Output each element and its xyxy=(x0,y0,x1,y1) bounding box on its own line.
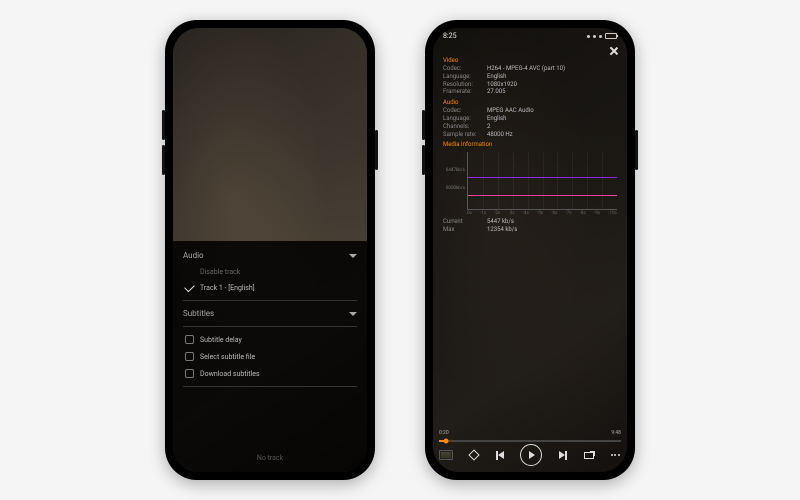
chevron-down-icon xyxy=(349,312,357,316)
volume-up-button[interactable] xyxy=(162,110,165,140)
bitrate-chart xyxy=(467,152,617,210)
language-label: Language: xyxy=(443,73,483,81)
current-bitrate-value: 5447 kb/s xyxy=(487,218,514,226)
track-1-row[interactable]: Track 1 - [English] xyxy=(183,280,357,296)
download-icon xyxy=(185,369,194,378)
player-bar: 0:20 9:48 xyxy=(439,430,621,466)
divider xyxy=(183,300,357,301)
time-duration: 9:48 xyxy=(611,430,621,436)
track-1-label: Track 1 - [English] xyxy=(200,284,255,292)
pip-icon[interactable] xyxy=(584,450,595,461)
audio-samplerate-value: 48000 Hz xyxy=(487,131,513,139)
media-info-panel: Video Codec:H264 - MPEG-4 AVC (part 10) … xyxy=(443,54,617,234)
framerate-label: Framerate: xyxy=(443,88,483,96)
volume-up-button[interactable] xyxy=(422,110,425,140)
previous-button[interactable] xyxy=(494,450,505,461)
volume-down-button[interactable] xyxy=(422,145,425,175)
status-bar: 8:25 xyxy=(433,28,627,40)
select-subtitle-label: Select subtitle file xyxy=(200,353,255,361)
x-ticks: 0s-1s -2s-3s -4s-5s -6s-7s -8s-9s -10s xyxy=(467,211,617,216)
more-icon[interactable] xyxy=(610,450,621,461)
signal-icon xyxy=(587,35,590,38)
subtitle-delay-label: Subtitle delay xyxy=(200,336,242,344)
video-heading: Video xyxy=(443,57,617,64)
screen-right: 8:25 Video Codec: H264 - MPEG-4 AVC (part… xyxy=(433,28,627,472)
video-area[interactable] xyxy=(173,28,367,241)
y-label-hi: 6447kb/s xyxy=(446,168,465,173)
audio-heading: Audio xyxy=(443,99,617,106)
download-subtitle-row[interactable]: Download subtitles xyxy=(183,365,357,382)
close-icon[interactable] xyxy=(609,46,619,56)
audio-section-header[interactable]: Audio xyxy=(183,247,357,264)
current-bitrate-label: Current xyxy=(443,218,483,226)
perf-heading: Media Information xyxy=(443,141,617,148)
max-bitrate-value: 12354 kb/s xyxy=(487,226,517,234)
power-button[interactable] xyxy=(375,130,378,170)
check-icon xyxy=(184,282,195,293)
download-subtitle-label: Download subtitles xyxy=(200,370,260,378)
clock-icon xyxy=(185,335,194,344)
language-label: Language: xyxy=(443,115,483,123)
file-icon xyxy=(185,352,194,361)
audio-codec-value: MPEG AAC Audio xyxy=(487,107,534,115)
time-current: 0:20 xyxy=(439,430,449,436)
thumbnail-preview[interactable] xyxy=(439,450,453,460)
audio-channels-value: 2 xyxy=(487,123,490,131)
screen-left: Audio Disable track Track 1 - [English] … xyxy=(173,28,367,472)
subtitles-section-header[interactable]: Subtitles xyxy=(183,305,357,322)
phone-right: 8:25 Video Codec: H264 - MPEG-4 AVC (part… xyxy=(425,20,635,480)
next-button[interactable] xyxy=(558,450,569,461)
chevron-down-icon xyxy=(349,254,357,258)
power-button[interactable] xyxy=(635,130,638,170)
codec-label: Codec: xyxy=(443,107,483,115)
audio-language-value: English xyxy=(487,115,506,123)
no-track-footer: No track xyxy=(183,450,357,466)
play-icon xyxy=(529,451,535,459)
seek-knob[interactable] xyxy=(444,439,449,444)
volume-down-button[interactable] xyxy=(162,145,165,175)
play-button[interactable] xyxy=(520,444,542,466)
subtitles-header-label: Subtitles xyxy=(183,309,214,318)
codec-label: Codec: xyxy=(443,65,483,73)
seek-bar[interactable] xyxy=(439,440,621,442)
select-subtitle-row[interactable]: Select subtitle file xyxy=(183,348,357,365)
channels-label: Channels: xyxy=(443,123,483,131)
video-codec-value: H264 - MPEG-4 AVC (part 10) xyxy=(487,65,565,73)
misc-status-icon xyxy=(599,35,602,38)
samplerate-label: Sample rate: xyxy=(443,131,483,139)
wifi-icon xyxy=(593,35,596,38)
video-language-value: English xyxy=(487,73,506,81)
video-framerate-value: 27.005 xyxy=(487,88,505,96)
status-time: 8:25 xyxy=(443,32,457,40)
max-bitrate-label: Max xyxy=(443,226,483,234)
disable-track-label: Disable track xyxy=(200,268,240,276)
resolution-label: Resolution: xyxy=(443,81,483,89)
video-resolution-value: 1080x1920 xyxy=(487,81,517,89)
divider xyxy=(183,386,357,387)
audio-header-label: Audio xyxy=(183,251,204,260)
aspect-icon[interactable] xyxy=(468,450,479,461)
disable-track-row[interactable]: Disable track xyxy=(183,264,357,280)
phone-left: Audio Disable track Track 1 - [English] … xyxy=(165,20,375,480)
battery-icon xyxy=(605,33,617,39)
subtitle-delay-row[interactable]: Subtitle delay xyxy=(183,331,357,348)
y-label-lo: 6000kb/s xyxy=(446,186,465,191)
track-panel: Audio Disable track Track 1 - [English] … xyxy=(173,241,367,472)
status-icons xyxy=(587,33,617,39)
divider xyxy=(183,326,357,327)
